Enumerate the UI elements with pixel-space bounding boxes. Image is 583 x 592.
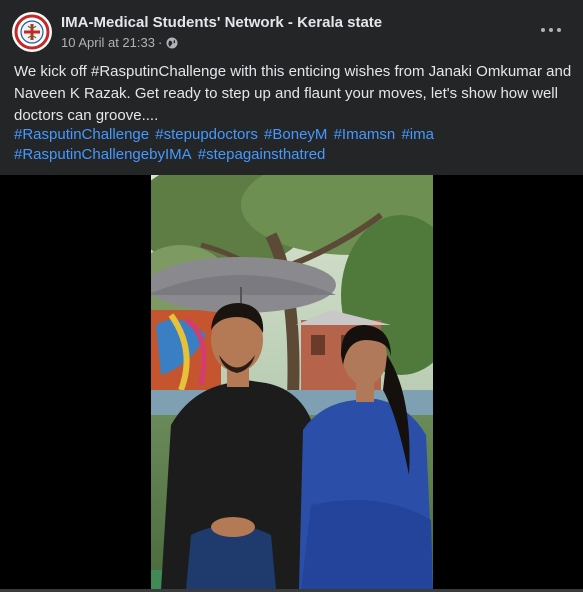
- hashtag-link[interactable]: #RasputinChallenge: [14, 126, 149, 143]
- post-header: IMA-Medical Students' Network - Kerala s…: [0, 0, 583, 58]
- video-thumbnail: [151, 175, 433, 590]
- media-container: [0, 175, 583, 592]
- post-timestamp[interactable]: 10 April at 21:33: [61, 35, 155, 50]
- hashtag-link[interactable]: #RasputinChallengebyIMA: [14, 146, 192, 163]
- hashtag-link[interactable]: #ima: [401, 126, 434, 143]
- hashtag-link[interactable]: #Imamsn: [334, 126, 396, 143]
- hashtag-list: #RasputinChallenge #stepupdoctors #Boney…: [14, 125, 574, 165]
- hashtag-link[interactable]: #BoneyM: [264, 126, 327, 143]
- more-options-icon[interactable]: [541, 20, 561, 40]
- page-name-link[interactable]: IMA-Medical Students' Network - Kerala s…: [61, 14, 382, 31]
- post-body-text: We kick off #RasputinChallenge with this…: [14, 63, 572, 124]
- meta-separator: ·: [157, 35, 163, 50]
- page-avatar[interactable]: [12, 12, 52, 52]
- post-video[interactable]: [151, 175, 433, 590]
- hashtag-link[interactable]: #stepupdoctors: [155, 126, 258, 143]
- hashtag-link[interactable]: #stepagainsthatred: [198, 146, 326, 163]
- ima-logo-icon: [13, 13, 51, 51]
- globe-icon[interactable]: [166, 37, 178, 49]
- post-meta: 10 April at 21:33 ·: [61, 35, 178, 50]
